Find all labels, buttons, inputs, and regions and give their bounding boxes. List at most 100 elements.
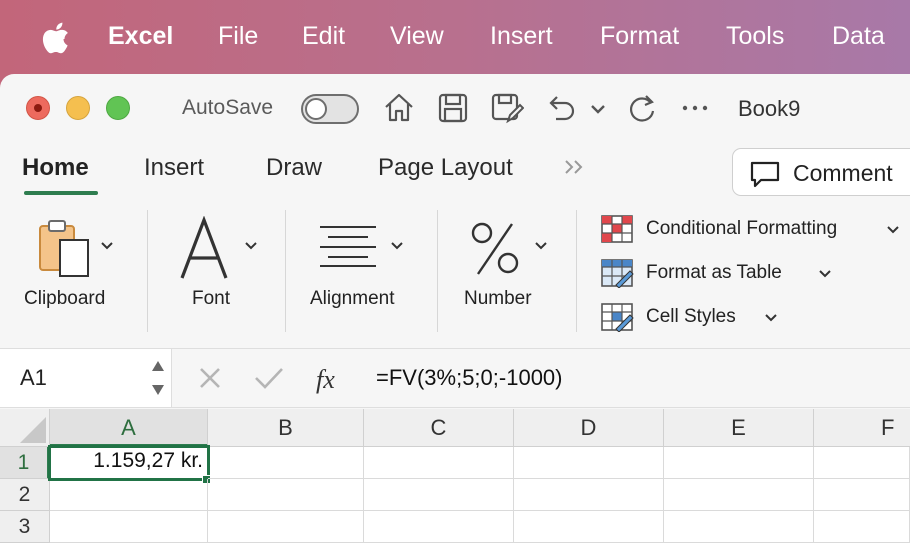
select-all-triangle-icon: [20, 417, 46, 443]
ribbon-home: Clipboard Font Alignment Number Conditio…: [0, 202, 910, 342]
font-letter-a-icon: [180, 216, 228, 279]
column-header-e[interactable]: E: [664, 409, 814, 447]
conditional-formatting-button[interactable]: Conditional Formatting: [600, 214, 910, 244]
number-group[interactable]: Number: [438, 202, 574, 342]
menu-format[interactable]: Format: [600, 22, 679, 51]
column-header-b[interactable]: B: [208, 409, 364, 447]
close-window-button[interactable]: [26, 96, 50, 120]
title-bar: AutoSave Book9: [0, 74, 910, 138]
tab-draw[interactable]: Draw: [266, 154, 322, 182]
cell-a3[interactable]: [50, 511, 208, 543]
cell-a2[interactable]: [50, 479, 208, 511]
menu-app-name[interactable]: Excel: [108, 22, 173, 51]
menu-file[interactable]: File: [218, 22, 258, 51]
font-group-label: Font: [192, 288, 231, 309]
cell-d1[interactable]: [514, 447, 664, 479]
column-header-c[interactable]: C: [364, 409, 514, 447]
spreadsheet-grid: A B C D E F 1 2 3 1.159,27 kr.: [0, 409, 910, 544]
comment-bubble-icon: [750, 161, 780, 188]
cell-styles-label: Cell Styles: [646, 306, 736, 327]
menu-insert[interactable]: Insert: [490, 22, 553, 51]
zoom-window-button[interactable]: [106, 96, 130, 120]
cell-a1[interactable]: 1.159,27 kr.: [48, 445, 210, 481]
format-as-table-button[interactable]: Format as Table: [600, 258, 840, 288]
menu-view[interactable]: View: [390, 22, 444, 51]
cell-styles-icon: [601, 303, 634, 332]
column-header-f[interactable]: F: [814, 409, 910, 447]
format-as-table-label: Format as Table: [646, 262, 782, 283]
alignment-group-label: Alignment: [310, 288, 395, 309]
percent-icon: [471, 222, 519, 275]
cell-styles-button[interactable]: Cell Styles: [600, 302, 790, 332]
save-as-icon[interactable]: [490, 91, 524, 125]
format-as-table-chevron-icon: [819, 270, 831, 278]
save-icon[interactable]: [436, 91, 470, 125]
cell-e1[interactable]: [664, 447, 814, 479]
home-icon[interactable]: [382, 91, 416, 125]
row-header-1[interactable]: 1: [0, 447, 50, 479]
conditional-formatting-icon: [601, 215, 633, 243]
autosave-toggle[interactable]: [301, 94, 359, 124]
minimize-window-button[interactable]: [66, 96, 90, 120]
cell-e2[interactable]: [664, 479, 814, 511]
column-header-d[interactable]: D: [514, 409, 664, 447]
cell-f1[interactable]: [814, 447, 910, 479]
name-box[interactable]: A1: [0, 349, 172, 407]
document-title: Book9: [738, 96, 801, 121]
cell-e3[interactable]: [664, 511, 814, 543]
font-group[interactable]: Font: [148, 202, 284, 342]
clipboard-dropdown-chevron-icon: [101, 242, 113, 250]
cell-d3[interactable]: [514, 511, 664, 543]
cell-c2[interactable]: [364, 479, 514, 511]
format-as-table-icon: [601, 259, 634, 288]
macos-menu-bar: Excel File Edit View Insert Format Tools…: [0, 0, 910, 74]
undo-icon[interactable]: [544, 91, 578, 125]
cell-c1[interactable]: [364, 447, 514, 479]
cell-c3[interactable]: [364, 511, 514, 543]
confirm-entry-icon[interactable]: [254, 366, 284, 390]
column-header-a[interactable]: A: [50, 409, 208, 447]
row-header-2[interactable]: 2: [0, 479, 50, 511]
tab-page-layout[interactable]: Page Layout: [378, 154, 513, 182]
undo-dropdown-chevron-icon[interactable]: [588, 91, 608, 125]
alignment-group[interactable]: Alignment: [286, 202, 436, 342]
comments-button-label: Comment: [793, 160, 893, 186]
number-dropdown-chevron-icon: [535, 242, 547, 250]
cell-b1[interactable]: [208, 447, 364, 479]
alignment-dropdown-chevron-icon: [391, 242, 403, 250]
tab-home[interactable]: Home: [22, 154, 89, 182]
active-tab-indicator: [24, 191, 98, 195]
more-actions-icon[interactable]: [678, 91, 712, 125]
menu-data[interactable]: Data: [832, 22, 885, 51]
clipboard-group-label: Clipboard: [24, 288, 106, 309]
comments-button[interactable]: Comment: [732, 148, 910, 196]
conditional-formatting-label: Conditional Formatting: [646, 218, 838, 239]
cell-f2[interactable]: [814, 479, 910, 511]
menu-edit[interactable]: Edit: [302, 22, 345, 51]
formula-input[interactable]: =FV(3%;5;0;-1000): [376, 365, 562, 391]
more-tabs-chevron-icon[interactable]: [562, 154, 588, 180]
menu-tools[interactable]: Tools: [726, 22, 784, 51]
select-all-corner[interactable]: [0, 409, 50, 447]
font-dropdown-chevron-icon: [245, 242, 257, 250]
svg-text:fx: fx: [316, 365, 335, 394]
formula-bar: A1 fx =FV(3%;5;0;-1000): [0, 348, 910, 408]
cancel-entry-icon[interactable]: [198, 366, 222, 390]
insert-function-fx-icon[interactable]: fx: [314, 363, 346, 395]
cell-b3[interactable]: [208, 511, 364, 543]
excel-window: AutoSave Book9 Home Insert Draw Page Lay…: [0, 74, 910, 544]
cell-b2[interactable]: [208, 479, 364, 511]
tab-insert[interactable]: Insert: [144, 154, 204, 182]
autosave-toggle-knob: [305, 98, 327, 120]
name-box-stepper-icon[interactable]: [150, 355, 166, 401]
autosave-label: AutoSave: [182, 96, 274, 119]
apple-logo-icon[interactable]: [40, 22, 70, 54]
cell-f3[interactable]: [814, 511, 910, 543]
row-header-3[interactable]: 3: [0, 511, 50, 543]
paste-clipboard-icon: [39, 220, 89, 277]
cell-d2[interactable]: [514, 479, 664, 511]
align-center-icon: [320, 226, 376, 267]
clipboard-group[interactable]: Clipboard: [0, 202, 146, 342]
conditional-formatting-chevron-icon: [887, 226, 899, 234]
redo-icon[interactable]: [624, 91, 658, 125]
